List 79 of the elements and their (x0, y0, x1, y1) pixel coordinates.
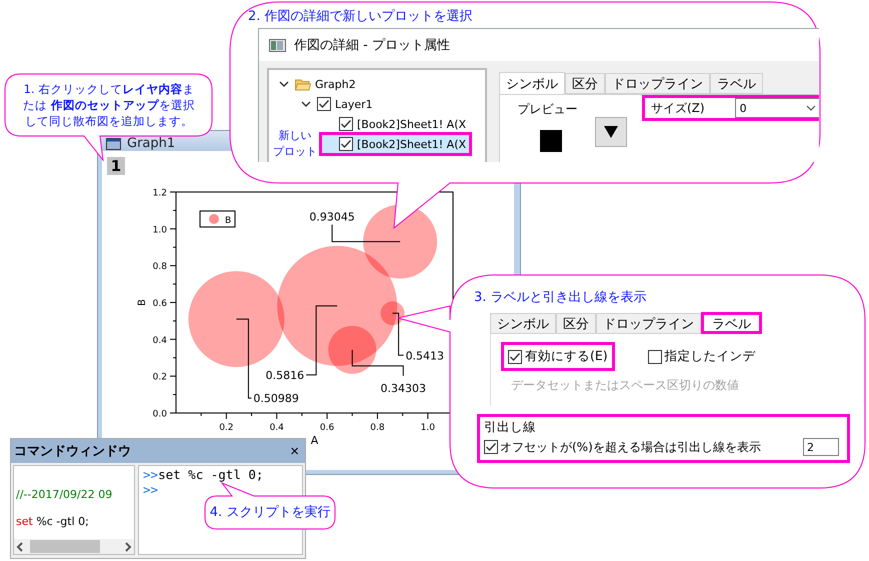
checkbox[interactable] (484, 440, 498, 454)
annotation-text: プロット (273, 144, 317, 160)
offset-input[interactable]: 2 (803, 438, 839, 456)
tree-item[interactable]: [Book2]Sheet1! A(X (321, 134, 470, 154)
instruction-text: 1. 右クリックしてレイヤ内容または 作図のセットアップを選択して同じ散布図を追加します。 (22, 81, 196, 129)
close-button[interactable]: × (290, 444, 299, 458)
x-tick-label: 1.0 (420, 423, 435, 433)
tree-item-label: Layer1 (335, 98, 373, 110)
checkbox-label: オフセットが(%)を超える場合は引出し線を表示 (500, 438, 762, 456)
instruction-text: 2. 作図の詳細で新しいプロットを選択 (248, 8, 473, 26)
y-axis-title: B (137, 299, 148, 306)
console-line: >> (143, 482, 160, 497)
triangle-down-icon (604, 126, 618, 138)
history-line: set %c -gtl 0; (16, 515, 90, 528)
tab[interactable]: 区分 (556, 313, 596, 334)
tab[interactable]: ドロップライン (596, 313, 701, 334)
checkbox[interactable] (508, 350, 522, 364)
chevron-down-icon (806, 105, 816, 111)
tab[interactable]: シンボル (499, 72, 565, 94)
y-tick-label: 0.4 (152, 336, 167, 346)
x-axis-title: A (310, 434, 318, 447)
data-label: 0.34303 (380, 382, 426, 395)
leader-line (306, 305, 338, 376)
x-tick-label: 0.2 (219, 423, 234, 433)
y-tick-label: 0.0 (152, 410, 167, 420)
y-tick-label: 0.8 (152, 262, 167, 272)
y-tick-label: 0.2 (152, 372, 167, 383)
x-tick-label: 0.8 (370, 423, 385, 433)
layer-tab[interactable]: 1 (107, 157, 125, 175)
graph-window-icon (106, 138, 121, 150)
data-label: 0.50989 (253, 392, 299, 406)
tree-item[interactable]: Graph2 (277, 74, 360, 94)
y-tick-label: 1.2 (152, 188, 167, 198)
size-label: サイズ(Z) (651, 100, 705, 116)
y-tick-label: 0.6 (152, 299, 167, 309)
tab[interactable]: シンボル (490, 313, 556, 334)
window-title: Graph1 (127, 137, 176, 151)
console-line: >>set %c -gtl 0; (143, 467, 264, 482)
size-dropdown[interactable]: 0 (734, 98, 819, 118)
tab[interactable]: ドロップライン (605, 73, 710, 94)
scrollbar-thumb[interactable] (30, 540, 100, 553)
tab[interactable]: ラベル (710, 73, 763, 94)
window-title: コマンドウィンドウ (14, 443, 131, 460)
chevron-down-icon[interactable] (301, 100, 311, 108)
tree-item[interactable]: Layer1 (299, 94, 377, 114)
leader-line (332, 224, 401, 242)
x-tick-label: 0.6 (320, 423, 334, 433)
tree-item-label: Graph2 (315, 78, 356, 90)
hint-text: データセットまたはスペース区切りの数値 (511, 377, 740, 394)
tree-item-label: [Book2]Sheet1! A(X (357, 138, 466, 150)
preview-label: プレビュー (518, 101, 578, 118)
group-title: 引出し線 (484, 419, 537, 436)
horizontal-scrollbar[interactable] (14, 539, 134, 554)
x-tick-label: 0.4 (270, 423, 284, 433)
tree-item[interactable]: [Book2]Sheet1! A(X (321, 114, 470, 134)
data-label: 0.5413 (406, 349, 444, 362)
checkbox[interactable] (339, 117, 353, 131)
tab[interactable]: ラベル (701, 312, 762, 334)
symbol-preview (540, 130, 562, 152)
symbol-shape-button[interactable] (595, 117, 627, 147)
tree-item-label: [Book2]Sheet1! A(X (357, 118, 466, 130)
checkbox-option[interactable]: 有効にする(E) (501, 342, 615, 371)
dialog-title: 作図の詳細 - プロット属性 (294, 37, 450, 54)
instruction-text: 4. スクリプトを実行 (208, 504, 332, 522)
legend-label: B (225, 216, 232, 226)
chevron-down-icon[interactable] (279, 80, 289, 88)
data-label: 0.5816 (266, 368, 304, 382)
instruction-text: 3. ラベルと引き出し線を表示 (474, 289, 648, 307)
dialog-icon (269, 38, 286, 52)
y-tick-label: 1.0 (152, 225, 167, 236)
tab[interactable]: 区分 (565, 73, 605, 94)
checkbox-option[interactable]: 指定したインデ (640, 342, 763, 371)
folder-icon (295, 78, 311, 90)
checkbox[interactable] (648, 350, 662, 364)
checkbox[interactable] (317, 97, 331, 111)
checkbox[interactable] (339, 137, 353, 151)
data-label: 0.93045 (309, 210, 355, 224)
history-line: //--2017/09/22 09 (16, 488, 114, 501)
annotation-text: 新しい (278, 128, 312, 144)
